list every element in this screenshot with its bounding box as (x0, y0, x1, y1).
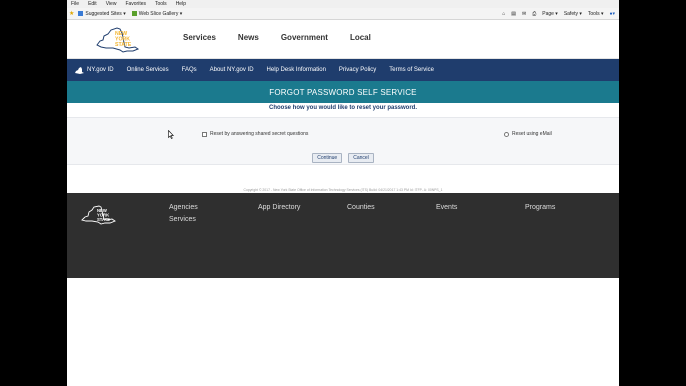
cancel-button[interactable]: Cancel (348, 153, 374, 163)
form-actions: Continue Cancel (67, 153, 619, 163)
blank-page-area (67, 278, 619, 386)
nav-news[interactable]: News (238, 33, 259, 42)
safety-menu[interactable]: Safety ▾ (564, 11, 582, 17)
reset-by-questions-checkbox[interactable] (202, 131, 207, 137)
reset-by-email-radio[interactable] (504, 131, 509, 137)
web-slice-gallery-link[interactable]: Web Slice Gallery ▾ (131, 11, 182, 17)
footer-link-events[interactable]: Events (436, 204, 457, 211)
top-nav: Services News Government Local (183, 33, 393, 42)
menu-help[interactable]: Help (176, 1, 186, 7)
nygov-id-nav: NY.gov ID Online Services FAQs About NY.… (67, 59, 619, 81)
footer-link-counties[interactable]: Counties (347, 204, 375, 211)
copyright-text: Copyright © 2017 - New York State Office… (243, 188, 443, 192)
ny-state-footer-logo-icon[interactable]: NEW YORK STATE (79, 203, 119, 227)
mouse-pointer-icon (168, 130, 174, 139)
nav-local[interactable]: Local (350, 33, 371, 42)
ny-state-map-icon (75, 66, 84, 74)
home-icon[interactable]: ⌂ (502, 11, 505, 17)
suggested-sites-link[interactable]: Suggested Sites ▾ (78, 11, 126, 17)
page-title: FORGOT PASSWORD SELF SERVICE (67, 81, 619, 103)
favorites-bar: ★ Suggested Sites ▾ Web Slice Gallery ▾ … (67, 8, 619, 20)
nav-terms-of-service[interactable]: Terms of Service (389, 67, 434, 73)
logo-text-state: STATE (115, 42, 132, 48)
help-icon[interactable]: ●▾ (609, 11, 615, 17)
menu-bar: File Edit View Favorites Tools Help (67, 0, 619, 8)
menu-favorites[interactable]: Favorites (125, 1, 146, 7)
favorites-star-icon[interactable]: ★ (69, 10, 74, 17)
footer-link-app-directory[interactable]: App Directory (258, 204, 300, 211)
feeds-icon[interactable]: ▤ (511, 11, 516, 17)
menu-view[interactable]: View (106, 1, 117, 7)
web-slice-icon (131, 11, 137, 16)
print-icon[interactable]: ⎙ (532, 11, 536, 17)
menu-file[interactable]: File (71, 1, 79, 7)
nav-services[interactable]: Services (183, 33, 216, 42)
reset-by-email-label: Reset using eMail (512, 131, 552, 137)
site-footer: NEW YORK STATE Agencies App Directory Co… (67, 193, 619, 278)
nav-about-nygov-id[interactable]: About NY.gov ID (210, 67, 254, 73)
footer-logo-text-state: STATE (97, 217, 110, 222)
footer-link-services[interactable]: Services (169, 216, 196, 223)
nav-nygov-id[interactable]: NY.gov ID (75, 66, 114, 74)
suggested-sites-icon (78, 11, 84, 16)
reset-by-email-option[interactable]: Reset using eMail (504, 131, 552, 137)
nav-government[interactable]: Government (281, 33, 328, 42)
nav-faqs[interactable]: FAQs (182, 67, 197, 73)
reset-by-questions-option[interactable]: Reset by answering shared secret questio… (202, 131, 308, 137)
page-menu[interactable]: Page ▾ (542, 11, 558, 17)
footer-link-agencies[interactable]: Agencies (169, 204, 198, 211)
reset-by-questions-label: Reset by answering shared secret questio… (210, 131, 309, 137)
nav-online-services[interactable]: Online Services (127, 67, 169, 73)
browser-window: File Edit View Favorites Tools Help ★ Su… (67, 0, 619, 386)
mail-icon[interactable]: ✉ (522, 11, 526, 17)
nav-help-desk[interactable]: Help Desk Information (267, 67, 326, 73)
command-bar: ⌂ ▤ ✉ ⎙ Page ▾ Safety ▾ Tools ▾ ●▾ (496, 11, 619, 17)
menu-edit[interactable]: Edit (88, 1, 97, 7)
footer-link-programs[interactable]: Programs (525, 204, 555, 211)
nav-privacy-policy[interactable]: Privacy Policy (339, 67, 376, 73)
tools-menu[interactable]: Tools ▾ (588, 11, 604, 17)
ny-state-logo-icon[interactable]: NEW YORK STATE (91, 24, 143, 54)
instructions-text: Choose how you would like to reset your … (268, 105, 418, 111)
site-header: NEW YORK STATE Services News Government … (67, 20, 619, 59)
menu-tools[interactable]: Tools (155, 1, 167, 7)
continue-button[interactable]: Continue (312, 153, 343, 163)
